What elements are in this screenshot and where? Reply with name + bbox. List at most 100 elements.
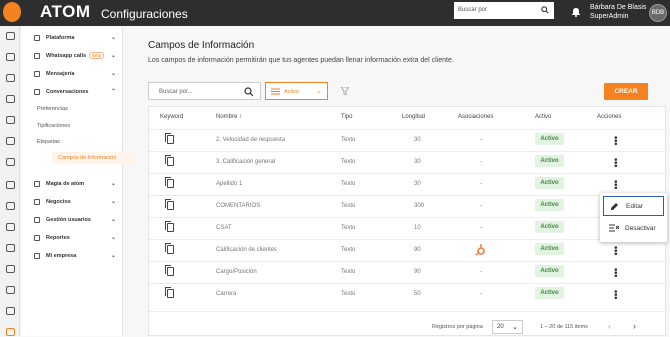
report-icon (34, 235, 40, 241)
funnel-icon[interactable] (341, 87, 349, 95)
status-filter-value: Activo (284, 89, 299, 95)
more-actions-icon[interactable]: ••• (611, 268, 621, 277)
table-row: 2. Velocidad de respuesta Texto 30 - Activo •… (149, 129, 667, 151)
status-badge: Activo (535, 221, 564, 233)
menu-item-plataforma[interactable]: Plataforma ⌄ (21, 33, 123, 45)
pagination: Registros por página 20 ⌄ 1 – 20 de 115 i… (149, 311, 667, 337)
more-actions-icon[interactable]: ••• (611, 136, 621, 145)
user-info[interactable]: Bárbara De Blasis SuperAdmin (590, 3, 646, 21)
page-description: Los campos de información permitirán que… (148, 57, 454, 64)
list-icon[interactable] (6, 116, 15, 124)
user-role: SuperAdmin (590, 13, 629, 20)
submenu-preferencias[interactable]: Preferencias (37, 103, 136, 115)
previous-page-button[interactable]: ‹ (608, 321, 611, 331)
megaphone-icon[interactable] (6, 202, 15, 210)
building-icon (34, 253, 40, 259)
create-button[interactable]: CREAR (604, 83, 648, 100)
menu-item-gestion-usuarios[interactable]: Gestión usuarios ⌄ (21, 215, 123, 227)
column-header-asociaciones: Asociaciones (458, 114, 494, 120)
main-content: Campos de Información Los campos de info… (123, 26, 670, 336)
section-title: Configuraciones (101, 7, 188, 21)
bell-icon[interactable] (572, 7, 580, 17)
copy-icon[interactable] (165, 133, 174, 144)
menu-item-mensajeria[interactable]: Mensajería ⌄ (21, 69, 123, 81)
next-page-button[interactable]: › (633, 321, 636, 331)
submenu-etiquetas[interactable]: Etiquetas (37, 136, 136, 148)
hubspot-icon (475, 244, 485, 256)
sidebar-toggle-icon[interactable] (6, 32, 15, 40)
search-icon[interactable] (244, 87, 254, 97)
status-badge: Activo (535, 199, 564, 211)
comments-icon[interactable] (6, 286, 15, 294)
more-actions-icon[interactable]: ••• (611, 290, 621, 299)
menu-item-whatsapp-calls[interactable]: Whatsapp calls Beta ⌄ (21, 51, 123, 63)
deactivate-icon (609, 224, 619, 232)
atom-logo[interactable] (3, 2, 21, 22)
submenu-tipificaciones[interactable]: Tipificaciones (37, 120, 136, 132)
edit-icon[interactable] (6, 223, 15, 231)
copy-icon[interactable] (165, 243, 174, 254)
power-icon[interactable] (6, 307, 15, 315)
chevron-up-icon: ⌃ (111, 89, 117, 95)
contacts-icon[interactable] (6, 158, 15, 166)
phone-off-icon[interactable] (6, 181, 15, 189)
more-actions-icon[interactable]: ••• (611, 246, 621, 255)
search-icon[interactable] (541, 6, 549, 14)
menu-item-negocios[interactable]: Negocios ⌄ (21, 197, 123, 209)
copy-icon[interactable] (165, 287, 174, 298)
report-icon[interactable] (6, 265, 15, 273)
rows-per-page-select[interactable]: 20 ⌄ (492, 320, 523, 334)
column-header-nombre[interactable]: Nombre ↑ (216, 114, 242, 120)
menu-item-mi-empresa[interactable]: Mi empresa ⌄ (21, 251, 123, 263)
bot-icon[interactable] (6, 244, 15, 252)
field-length: 30 (414, 181, 421, 187)
menu-item-label: Plataforma (46, 35, 75, 41)
field-name: Calificación de clientes (216, 247, 278, 253)
message-icon[interactable] (6, 95, 15, 103)
page-title: Campos de Información (148, 40, 255, 51)
home-icon[interactable] (6, 53, 15, 61)
copy-icon[interactable] (165, 221, 174, 232)
copy-icon[interactable] (165, 155, 174, 166)
global-search-placeholder: Buscar por (458, 7, 488, 13)
menu-item-conversaciones[interactable]: Conversaciones ⌃ (21, 87, 123, 99)
field-type: Texto (341, 269, 356, 275)
associations-value: - (480, 291, 482, 297)
beta-badge: Beta (89, 52, 105, 59)
table-row: 3. Calificación general Texto 30 - Activo ••• (149, 151, 667, 173)
associations-value: - (480, 203, 482, 209)
fields-table: Keyword Nombre ↑ Tipo Longitud Asociacio… (148, 106, 667, 337)
field-name: COMENTARIOS (216, 203, 261, 209)
avatar[interactable]: BDB (649, 4, 667, 22)
column-header-acciones: Acciones (597, 114, 622, 120)
gear-icon[interactable] (6, 328, 15, 336)
field-length: 300 (414, 203, 425, 209)
search-placeholder: Buscar por... (159, 89, 193, 95)
status-badge: Activo (535, 287, 564, 299)
menu-item-reportes[interactable]: Reportes ⌄ (21, 233, 123, 245)
global-search-input[interactable]: Buscar por (454, 2, 554, 19)
field-length: 10 (414, 225, 421, 231)
phone-icon (34, 53, 40, 59)
menu-item-magia-de-atom[interactable]: Magia de atom ⌄ (21, 179, 123, 191)
items-count: 1 – 20 de 115 items (540, 324, 588, 330)
chat-icon[interactable] (6, 74, 15, 82)
copy-icon[interactable] (165, 177, 174, 188)
field-type: Texto (341, 225, 356, 231)
copy-icon[interactable] (165, 199, 174, 210)
deactivate-menu-item[interactable]: Desactivar (603, 219, 664, 239)
user-name: Bárbara De Blasis (590, 4, 647, 11)
status-filter-select[interactable]: Activo ⌄ (265, 82, 328, 100)
menu-item-label: Magia de atom (46, 181, 85, 187)
copy-icon[interactable] (165, 265, 174, 276)
more-actions-icon[interactable]: ••• (611, 180, 621, 189)
edit-menu-item[interactable]: Editar (603, 196, 664, 216)
column-header-longitud: Longitud (402, 114, 426, 120)
menu-item-label: Negocios (46, 199, 71, 205)
search-input[interactable]: Buscar por... (148, 82, 261, 100)
associations-value: - (480, 137, 482, 143)
magic-icon (34, 181, 40, 187)
headset-icon[interactable] (6, 137, 15, 145)
more-actions-icon[interactable]: ••• (611, 158, 621, 167)
field-length: 30 (414, 159, 421, 165)
